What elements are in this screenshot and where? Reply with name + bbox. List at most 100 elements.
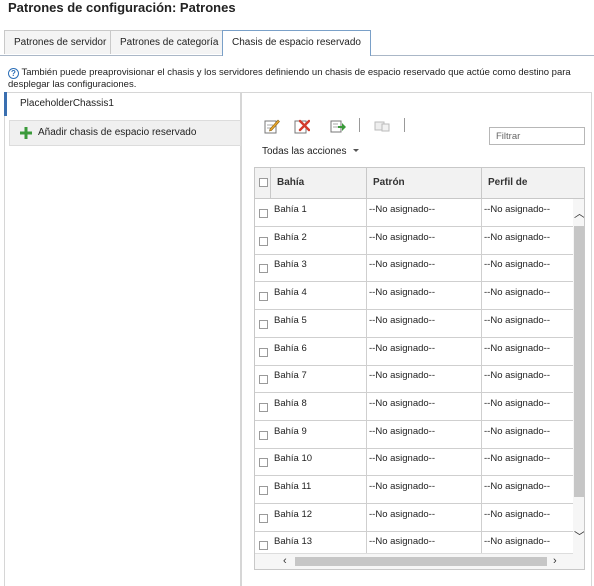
profile-cell: --No asignado-- <box>484 481 550 492</box>
row-checkbox[interactable] <box>259 402 268 412</box>
toolbar-separator <box>404 118 405 132</box>
help-icon: ? <box>8 68 19 79</box>
tab-bar: Patrones de servidor Patrones de categor… <box>0 30 594 56</box>
select-all-cell <box>255 168 271 198</box>
row-checkbox[interactable] <box>259 347 268 357</box>
profile-cell: --No asignado-- <box>484 508 550 520</box>
bay-cell: Bahía 7 <box>274 370 307 382</box>
row-checkbox[interactable] <box>259 458 268 468</box>
pattern-cell: --No asignado-- <box>369 536 435 548</box>
tab-category-patterns[interactable]: Patrones de categoría <box>110 30 229 54</box>
profile-cell: --No asignado-- <box>484 259 550 271</box>
table-row[interactable]: Bahía 8 --No asignado-- --No asignado-- <box>255 393 573 421</box>
horizontal-scroll-thumb[interactable] <box>295 557 547 566</box>
bay-cell: Bahía 3 <box>274 259 307 271</box>
table-row[interactable]: Bahía 1 --No asignado-- --No asignado-- <box>255 199 573 227</box>
row-checkbox[interactable] <box>259 375 268 385</box>
add-placeholder-chassis-button[interactable]: Añadir chasis de espacio reservado <box>9 120 241 146</box>
profile-cell: --No asignado-- <box>484 204 550 215</box>
table-row[interactable]: Bahía 2 --No asignado-- --No asignado-- <box>255 227 573 255</box>
profile-cell: --No asignado-- <box>484 231 550 243</box>
profile-cell: --No asignado-- <box>484 425 550 437</box>
profile-cell: --No asignado-- <box>484 370 550 382</box>
add-button-label: Añadir chasis de espacio reservado <box>38 127 197 138</box>
bay-cell: Bahía 8 <box>274 397 307 409</box>
profile-cell: --No asignado-- <box>484 536 550 548</box>
table-row[interactable]: Bahía 11 --No asignado-- --No asignado-- <box>255 476 573 504</box>
row-checkbox[interactable] <box>259 430 268 440</box>
tab-placeholder-chassis[interactable]: Chasis de espacio reservado <box>222 30 371 56</box>
tab-server-patterns[interactable]: Patrones de servidor <box>4 30 117 54</box>
delete-icon[interactable] <box>294 118 310 134</box>
bay-cell: Bahía 1 <box>274 204 307 215</box>
table-row[interactable]: Bahía 5 --No asignado-- --No asignado-- <box>255 310 573 338</box>
scroll-up-icon[interactable]: ︿ <box>574 209 584 220</box>
bay-cell: Bahía 13 <box>274 536 313 548</box>
filter-input[interactable] <box>489 127 585 145</box>
edit-icon[interactable] <box>264 118 280 134</box>
pattern-cell: --No asignado-- <box>369 425 435 437</box>
pattern-cell: --No asignado-- <box>369 508 435 520</box>
toolbar-separator <box>359 118 360 132</box>
column-header-pattern[interactable]: Patrón <box>367 168 482 198</box>
bay-cell: Bahía 4 <box>274 287 307 299</box>
table-row[interactable]: Bahía 4 --No asignado-- --No asignado-- <box>255 282 573 311</box>
table-row[interactable]: Bahía 10 --No asignado-- --No asignado-- <box>255 448 573 477</box>
row-checkbox[interactable] <box>259 541 268 551</box>
pattern-cell: --No asignado-- <box>369 453 435 465</box>
column-divider <box>481 199 482 569</box>
bays-table: Bahía Patrón Perfil de Bahía 1 --No asign… <box>254 167 585 570</box>
bay-cell: Bahía 5 <box>274 314 307 326</box>
table-row[interactable]: Bahía 9 --No asignado-- --No asignado-- <box>255 421 573 449</box>
vertical-scroll-thumb[interactable] <box>574 226 584 497</box>
scroll-left-icon[interactable]: ‹ <box>283 556 287 567</box>
table-row[interactable]: Bahía 3 --No asignado-- --No asignado-- <box>255 254 573 283</box>
column-header-profile[interactable]: Perfil de <box>482 168 584 198</box>
row-checkbox[interactable] <box>259 292 268 302</box>
pattern-cell: --No asignado-- <box>369 370 435 382</box>
all-actions-label: Todas las acciones <box>262 146 347 157</box>
row-checkbox[interactable] <box>259 209 268 218</box>
select-all-checkbox[interactable] <box>259 178 268 187</box>
bay-cell: Bahía 12 <box>274 508 313 520</box>
table-row[interactable]: Bahía 7 --No asignado-- --No asignado-- <box>255 365 573 394</box>
row-checkbox[interactable] <box>259 513 268 523</box>
profile-cell: --No asignado-- <box>484 397 550 409</box>
chassis-list-item[interactable]: PlaceholderChassis1 <box>4 92 241 116</box>
bay-cell: Bahía 6 <box>274 342 307 354</box>
pattern-cell: --No asignado-- <box>369 342 435 354</box>
table-header: Bahía Patrón Perfil de <box>255 168 584 199</box>
profile-cell: --No asignado-- <box>484 314 550 326</box>
pattern-cell: --No asignado-- <box>369 287 435 299</box>
add-icon <box>20 127 32 139</box>
row-checkbox[interactable] <box>259 319 268 329</box>
all-actions-dropdown[interactable]: Todas las acciones <box>262 146 359 157</box>
unassign-icon[interactable] <box>374 118 390 134</box>
table-row[interactable]: Bahía 12 --No asignado-- --No asignado-- <box>255 504 573 532</box>
scroll-down-icon[interactable]: ﹀ <box>574 532 584 543</box>
pattern-cell: --No asignado-- <box>369 204 435 215</box>
column-header-bay[interactable]: Bahía <box>271 168 367 198</box>
pattern-cell: --No asignado-- <box>369 259 435 271</box>
info-message: ? También puede preaprovisionar el chasi… <box>8 67 588 90</box>
profile-cell: --No asignado-- <box>484 287 550 299</box>
table-row[interactable]: Bahía 6 --No asignado-- --No asignado-- <box>255 338 573 366</box>
pattern-cell: --No asignado-- <box>369 397 435 409</box>
profile-cell: --No asignado-- <box>484 453 550 465</box>
pattern-cell: --No asignado-- <box>369 231 435 243</box>
chevron-down-icon <box>352 149 359 152</box>
chassis-list-panel <box>4 92 241 586</box>
bay-cell: Bahía 10 <box>274 453 313 465</box>
bay-cell: Bahía 2 <box>274 231 307 243</box>
info-text: También puede preaprovisionar el chasis … <box>8 67 571 90</box>
pattern-cell: --No asignado-- <box>369 314 435 326</box>
row-checkbox[interactable] <box>259 236 268 246</box>
profile-cell: --No asignado-- <box>484 342 550 354</box>
row-checkbox[interactable] <box>259 486 268 495</box>
deploy-icon[interactable] <box>330 118 346 134</box>
page-title: Patrones de configuración: Patrones <box>8 0 236 15</box>
scroll-right-icon[interactable]: › <box>553 556 557 567</box>
bay-cell: Bahía 11 <box>274 481 312 492</box>
bay-cell: Bahía 9 <box>274 425 307 437</box>
row-checkbox[interactable] <box>259 264 268 274</box>
